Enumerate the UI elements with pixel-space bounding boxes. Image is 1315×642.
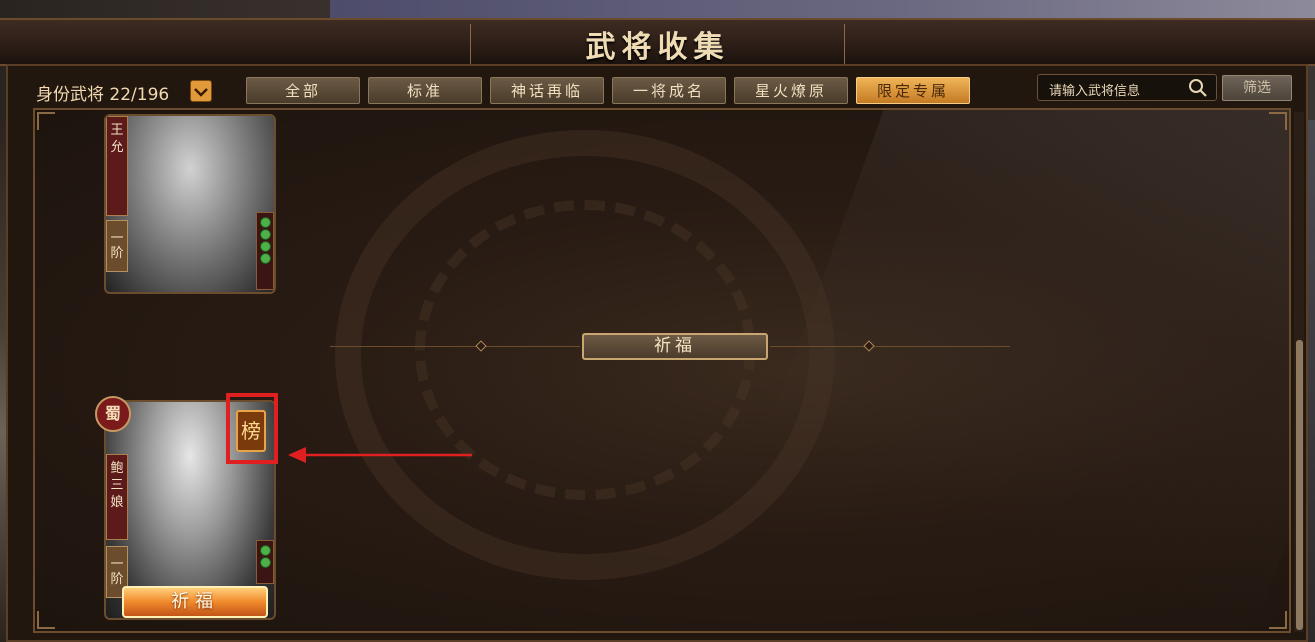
tab-standard[interactable]: 标准: [368, 77, 482, 104]
section-title: 祈福: [582, 333, 768, 360]
general-name-char: 允: [110, 140, 124, 155]
highlight-box: [226, 393, 278, 464]
tier-char: 阶: [110, 246, 124, 261]
health-icon: [259, 557, 271, 568]
health-icon: [259, 253, 271, 264]
general-name-char: 三: [110, 478, 124, 493]
general-name: 鲍 三 娘: [106, 454, 128, 540]
health-icon: [259, 217, 271, 228]
general-name-char: 王: [110, 123, 124, 138]
tier-char: 一: [110, 231, 124, 246]
general-name: 王 允: [106, 116, 128, 216]
general-name-char: 娘: [110, 495, 124, 510]
tab-spark-prairie[interactable]: 星火燎原: [734, 77, 848, 104]
general-name-char: 鲍: [110, 461, 124, 476]
pray-button[interactable]: 祈福: [122, 586, 268, 618]
corner-ornament: [37, 611, 55, 629]
identity-general-count: 身份武将 22/196: [36, 85, 170, 105]
chevron-down-icon[interactable]: [190, 80, 212, 102]
health-icon: [259, 229, 271, 240]
search-icon[interactable]: [1188, 78, 1208, 98]
general-portrait: [106, 116, 274, 292]
general-card[interactable]: 王 允 一 阶: [104, 114, 276, 294]
tab-all[interactable]: 全部: [246, 77, 360, 104]
window-title: 武将收集: [585, 30, 730, 65]
annotation-arrow-icon: [288, 447, 472, 463]
tier-badge: 一 阶: [106, 220, 128, 272]
tab-limited-exclusive[interactable]: 限定专属: [856, 77, 970, 104]
section-divider-line: [330, 346, 580, 347]
faction-badge: 蜀: [95, 396, 131, 432]
health-column: [256, 212, 274, 290]
scrollbar-thumb[interactable]: [1296, 340, 1303, 630]
health-icon: [259, 545, 271, 556]
tier-char: 阶: [110, 572, 124, 587]
section-divider-line: [770, 346, 1010, 347]
corner-ornament: [37, 112, 55, 130]
corner-ornament: [1269, 611, 1287, 629]
category-tabs: 全部 标准 神话再临 一将成名 星火燎原 限定专属: [246, 77, 970, 104]
search-input[interactable]: 请输入武将信息: [1037, 74, 1217, 101]
tier-char: 一: [110, 557, 124, 572]
health-column: [256, 540, 274, 584]
tab-one-general[interactable]: 一将成名: [612, 77, 726, 104]
health-icon: [259, 241, 271, 252]
search-input-value[interactable]: 请输入武将信息: [1049, 80, 1140, 99]
tab-myth-return[interactable]: 神话再临: [490, 77, 604, 104]
filter-button[interactable]: 筛选: [1222, 75, 1292, 101]
corner-ornament: [1269, 112, 1287, 130]
